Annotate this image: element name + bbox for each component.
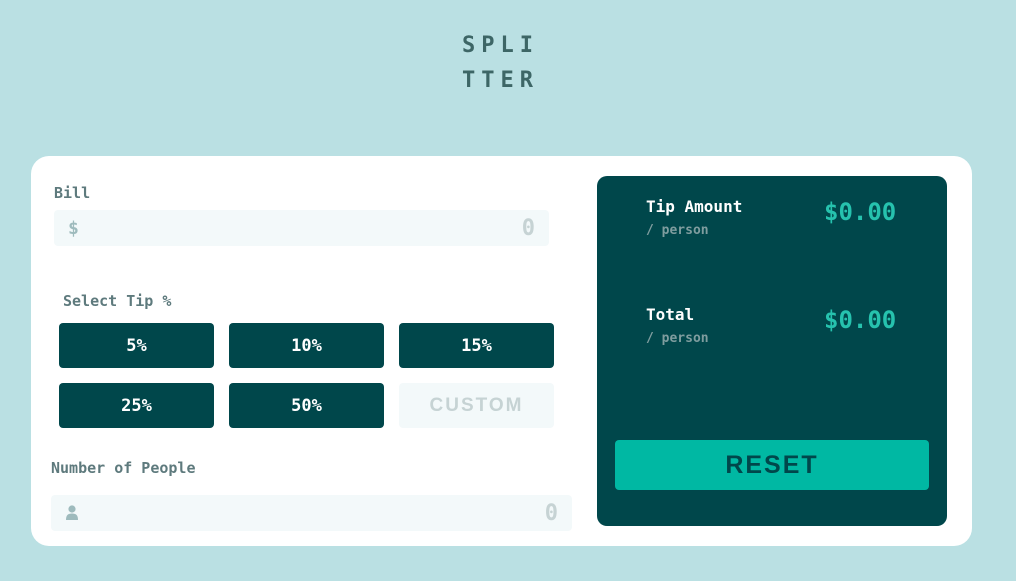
tip-amount-label: Tip Amount [646, 197, 743, 216]
people-input[interactable]: 0 [51, 495, 572, 531]
tip-amount-per-person: / person [646, 223, 709, 238]
app-logo: SPLI TTER [462, 28, 542, 98]
total-label: Total [646, 305, 695, 324]
people-label: Number of People [51, 459, 196, 477]
tip-button-10[interactable]: 10% [229, 323, 384, 368]
people-input-value: 0 [544, 500, 558, 526]
reset-button[interactable]: RESET [615, 440, 929, 490]
calculator-card: Bill $ 0 Select Tip % 5% 10% 15% 25% 50%… [31, 156, 972, 546]
tip-button-15[interactable]: 15% [399, 323, 554, 368]
tip-button-50[interactable]: 50% [229, 383, 384, 428]
tip-button-5[interactable]: 5% [59, 323, 214, 368]
tip-amount-value: $0.00 [824, 198, 897, 226]
total-value: $0.00 [824, 306, 897, 334]
bill-input-value: 0 [521, 215, 535, 241]
results-panel: Tip Amount / person $0.00 Total / person… [597, 176, 947, 526]
custom-tip-input[interactable]: CUSTOM [399, 383, 554, 428]
select-tip-label: Select Tip % [63, 292, 172, 310]
logo-line-2: TTER [462, 68, 539, 93]
total-per-person: / person [646, 331, 709, 346]
person-icon [65, 505, 81, 521]
bill-label: Bill [54, 184, 91, 202]
bill-input[interactable]: $ 0 [54, 210, 549, 246]
tip-button-25[interactable]: 25% [59, 383, 214, 428]
dollar-icon: $ [68, 217, 79, 239]
logo-line-1: SPLI [462, 33, 539, 58]
